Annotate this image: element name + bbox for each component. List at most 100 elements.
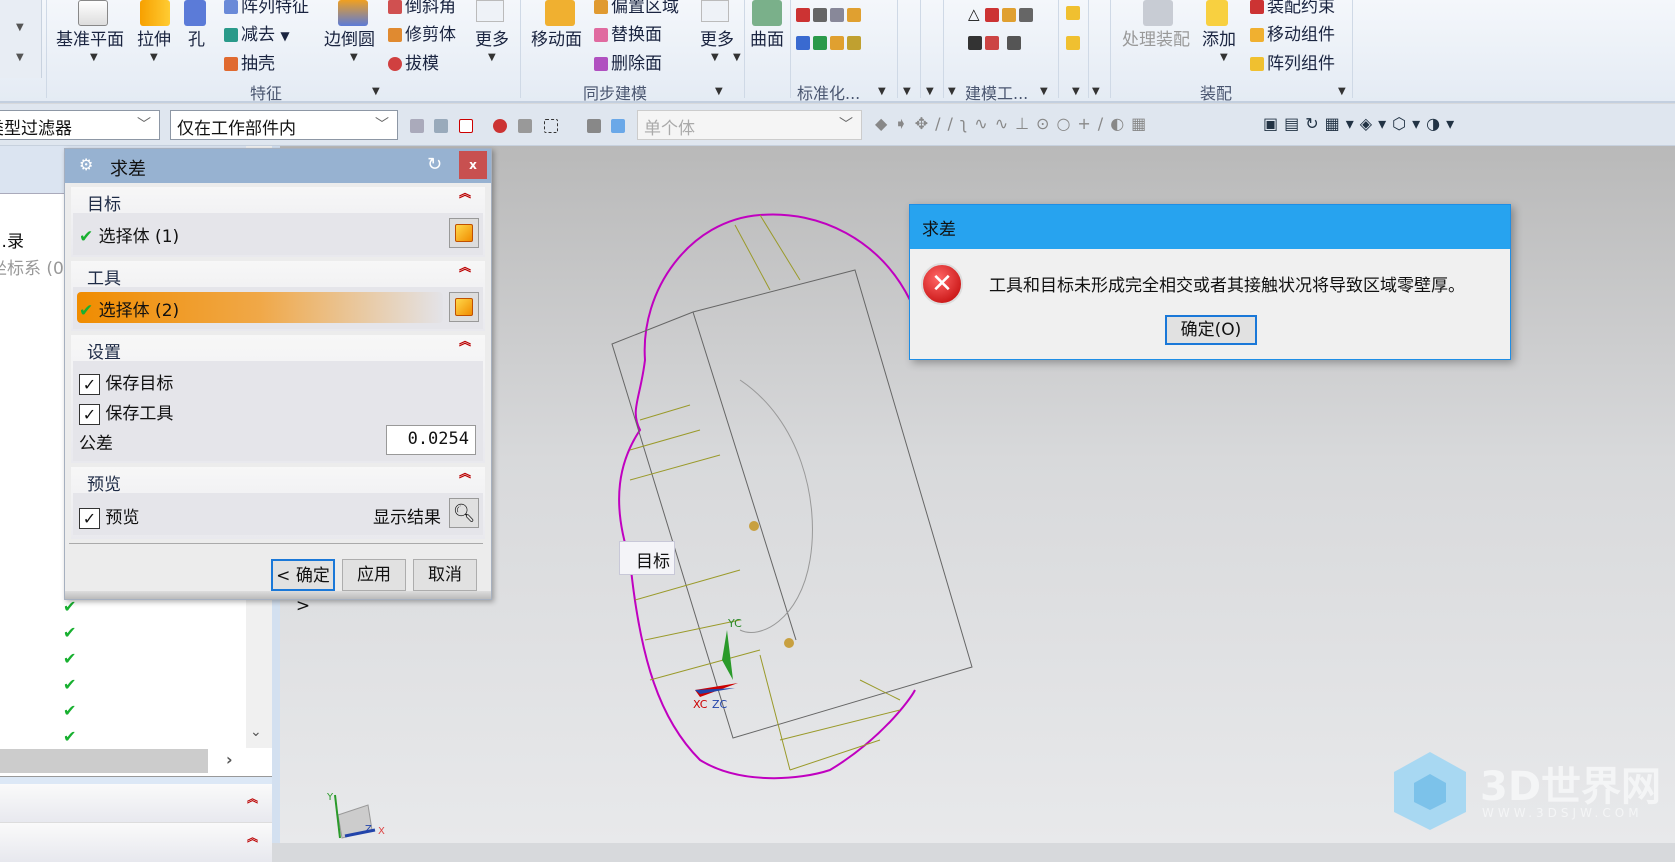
- apply-button[interactable]: 应用: [342, 559, 406, 591]
- collapse-icon[interactable]: ︽: [459, 261, 471, 273]
- navigator-item[interactable]: …录: [0, 227, 24, 252]
- scroll-down-icon[interactable]: ▼: [16, 22, 24, 33]
- scroll-more-icon[interactable]: ▼: [16, 52, 24, 63]
- collapsed-panel[interactable]: ︽: [0, 822, 272, 862]
- group-label-modeling-tools: 建模工...: [965, 84, 1029, 103]
- move-component-button[interactable]: 移动组件: [1267, 25, 1335, 45]
- collapse-icon[interactable]: ︽: [459, 467, 471, 479]
- point-marker: [749, 521, 759, 531]
- section-settings: 设置 ︽ ✓ 保存目标 ✓ 保存工具 公差 0.0254: [71, 335, 485, 463]
- delete-face-button[interactable]: 删除面: [611, 54, 662, 74]
- chamfer-button[interactable]: 倒斜角: [405, 0, 456, 17]
- hole-button[interactable]: 孔: [188, 25, 205, 50]
- tolerance-input[interactable]: 0.0254: [386, 425, 476, 455]
- section-header-target[interactable]: 目标: [87, 195, 121, 215]
- collapse-icon[interactable]: ︽: [459, 187, 471, 199]
- sync-group-menu[interactable]: ▼: [715, 86, 723, 97]
- box-select-icon[interactable]: [544, 119, 558, 133]
- standard-tools-icons[interactable]: [796, 4, 864, 23]
- add-component-icon: [1206, 0, 1228, 26]
- surface-button[interactable]: 曲面: [750, 25, 784, 50]
- snap-point-icons[interactable]: ◆➧✥//ʅ∿∿⊥⊙○+/◐▦: [875, 114, 1153, 133]
- show-result-button[interactable]: 🔍︎: [449, 498, 479, 528]
- offset-region-button[interactable]: 偏置区域: [611, 0, 679, 17]
- more-feature-button[interactable]: 更多: [475, 25, 509, 50]
- view-icons[interactable]: ▣▤↻▦▾◈▾⬡▾◑▾: [1263, 114, 1460, 133]
- watermark-brand: 3D世界网: [1480, 764, 1662, 810]
- standard-tools-icons-2[interactable]: [796, 32, 864, 51]
- scroll-down-icon[interactable]: ⌄: [250, 724, 262, 740]
- draft-button[interactable]: 拔模: [405, 54, 439, 74]
- reset-icon[interactable]: ↻: [427, 154, 442, 175]
- scroll-right-icon[interactable]: ›: [226, 750, 233, 769]
- section-header-tool[interactable]: 工具: [87, 269, 121, 289]
- collapsed-panel[interactable]: ︽: [0, 784, 272, 824]
- filter-icon[interactable]: [459, 119, 473, 133]
- pattern-component-button[interactable]: 阵列组件: [1267, 54, 1335, 74]
- horizontal-scrollbar[interactable]: [0, 749, 208, 773]
- select-body-button[interactable]: [449, 292, 479, 322]
- error-dialog-titlebar[interactable]: 求差: [910, 205, 1510, 249]
- section-header-settings[interactable]: 设置: [87, 343, 121, 363]
- datum-plane-button[interactable]: 基准平面: [56, 25, 124, 50]
- extrude-button[interactable]: 拉伸: [137, 25, 171, 50]
- more-sync-icon: [701, 0, 729, 22]
- cancel-button[interactable]: 取消: [413, 559, 477, 591]
- pattern-component-icon: [1250, 57, 1264, 71]
- move-component-icon: [1250, 28, 1264, 42]
- close-button[interactable]: x: [459, 151, 487, 179]
- scope-dropdown[interactable]: 仅在工作部件内 ﹀: [170, 110, 398, 140]
- modeling-tools-icons-2[interactable]: [968, 32, 1024, 51]
- edge-blend-button[interactable]: 边倒圆: [324, 25, 375, 50]
- assembly-extra-icon[interactable]: [1066, 2, 1083, 21]
- process-assembly-button[interactable]: 处理装配: [1122, 25, 1190, 50]
- keep-target-checkbox[interactable]: ✓ 保存目标: [79, 369, 173, 395]
- triad-z-label: Z: [365, 824, 372, 835]
- check-icon: ✔: [79, 227, 94, 247]
- error-dialog: 求差 ✕ 工具和目标未形成完全相交或者其接触状况将导致区域零壁厚。 确定(O): [909, 204, 1511, 360]
- more-sync-button[interactable]: 更多: [700, 25, 734, 50]
- section-header-preview[interactable]: 预览: [87, 475, 121, 495]
- assembly-constraints-button[interactable]: 装配约束: [1267, 0, 1335, 17]
- modeling-tools-icons[interactable]: △: [968, 4, 1036, 23]
- dialog-titlebar[interactable]: ⚙ 求差 ↻ x: [65, 149, 491, 183]
- ribbon-scroll[interactable]: ▼ ▼: [0, 0, 42, 78]
- error-ok-button[interactable]: 确定(O): [1165, 315, 1257, 345]
- body-icon[interactable]: [611, 119, 625, 133]
- select-body-button[interactable]: [449, 218, 479, 248]
- error-message: 工具和目标未形成完全相交或者其接触状况将导致区域零壁厚。: [989, 276, 1465, 296]
- resize-grip[interactable]: [65, 591, 491, 599]
- pattern-feature-button[interactable]: 阵列特征: [241, 0, 309, 17]
- section-preview: 预览 ︽ ✓ 预览 显示结果 🔍︎: [71, 467, 485, 539]
- triad-y-label: Y: [326, 792, 334, 803]
- feature-group-menu[interactable]: ▼: [372, 86, 380, 97]
- move-face-button[interactable]: 移动面: [531, 25, 582, 50]
- navigator-item-csys[interactable]: 坐标系 (0): [0, 254, 70, 279]
- collapse-icon[interactable]: ︽: [247, 790, 258, 806]
- watermark-cube-icon: [1394, 752, 1466, 830]
- delete-face-icon: [594, 57, 608, 71]
- chamfer-icon: [388, 0, 402, 14]
- trim-body-button[interactable]: 修剪体: [405, 25, 456, 45]
- yc-label: YC: [727, 617, 742, 630]
- add-component-button[interactable]: 添加: [1202, 25, 1236, 50]
- ok-button[interactable]: < 确定 >: [271, 559, 335, 616]
- shell-button[interactable]: 抽壳: [241, 54, 275, 74]
- gear-icon[interactable]: ⚙: [79, 155, 93, 174]
- preview-checkbox[interactable]: ✓ 预览: [79, 503, 139, 529]
- snap-icon[interactable]: [493, 119, 507, 133]
- zc-label: ZC: [712, 698, 728, 711]
- collapse-icon[interactable]: ︽: [459, 335, 471, 347]
- keep-tool-checkbox[interactable]: ✓ 保存工具: [79, 399, 173, 425]
- select-tool-row[interactable]: ✔ 选择体 (2): [73, 287, 483, 329]
- assembly-extra-icon-2[interactable]: [1066, 32, 1083, 51]
- extrude-icon: [140, 0, 170, 26]
- error-dialog-title: 求差: [922, 220, 956, 240]
- replace-face-button[interactable]: 替换面: [611, 25, 662, 45]
- select-target-row[interactable]: ✔ 选择体 (1): [73, 213, 483, 255]
- magnifier-icon: 🔍︎: [452, 502, 476, 524]
- body-rule-dropdown[interactable]: 单个体 ﹀: [637, 110, 862, 140]
- subtract-button[interactable]: 减去: [241, 25, 275, 45]
- type-filter-dropdown[interactable]: 类型过滤器 ﹀: [0, 110, 160, 140]
- replace-face-icon: [594, 28, 608, 42]
